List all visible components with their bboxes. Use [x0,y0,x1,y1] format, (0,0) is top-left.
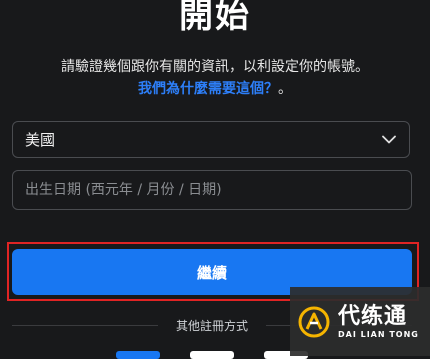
why-suffix: 。 [278,81,292,97]
country-select-value: 美國 [25,131,56,149]
description-text: 請驗證幾個跟你有關的資訊，以利設定你的帳號。 [61,59,369,75]
why-line: 我們為什麼需要這個？。 [0,78,430,100]
page-title: 開始 [179,0,251,36]
watermark: 代练通 DAI LIAN TONG [290,287,430,356]
watermark-sub: DAI LIAN TONG [338,330,419,339]
watermark-logo-icon [298,306,330,338]
country-select[interactable]: 美國 [12,121,410,158]
divider-label: 其他註冊方式 [176,318,249,333]
watermark-main: 代练通 [338,304,408,329]
why-needed-link[interactable]: 我們為什麼需要這個？ [138,81,278,97]
alt-signup-button-1[interactable] [116,351,160,359]
chevron-down-icon [381,132,397,148]
watermark-text: 代练通 DAI LIAN TONG [338,304,419,339]
divider-line-left [12,324,158,326]
birthdate-input[interactable] [12,170,412,210]
alt-signup-button-2[interactable] [190,351,234,359]
